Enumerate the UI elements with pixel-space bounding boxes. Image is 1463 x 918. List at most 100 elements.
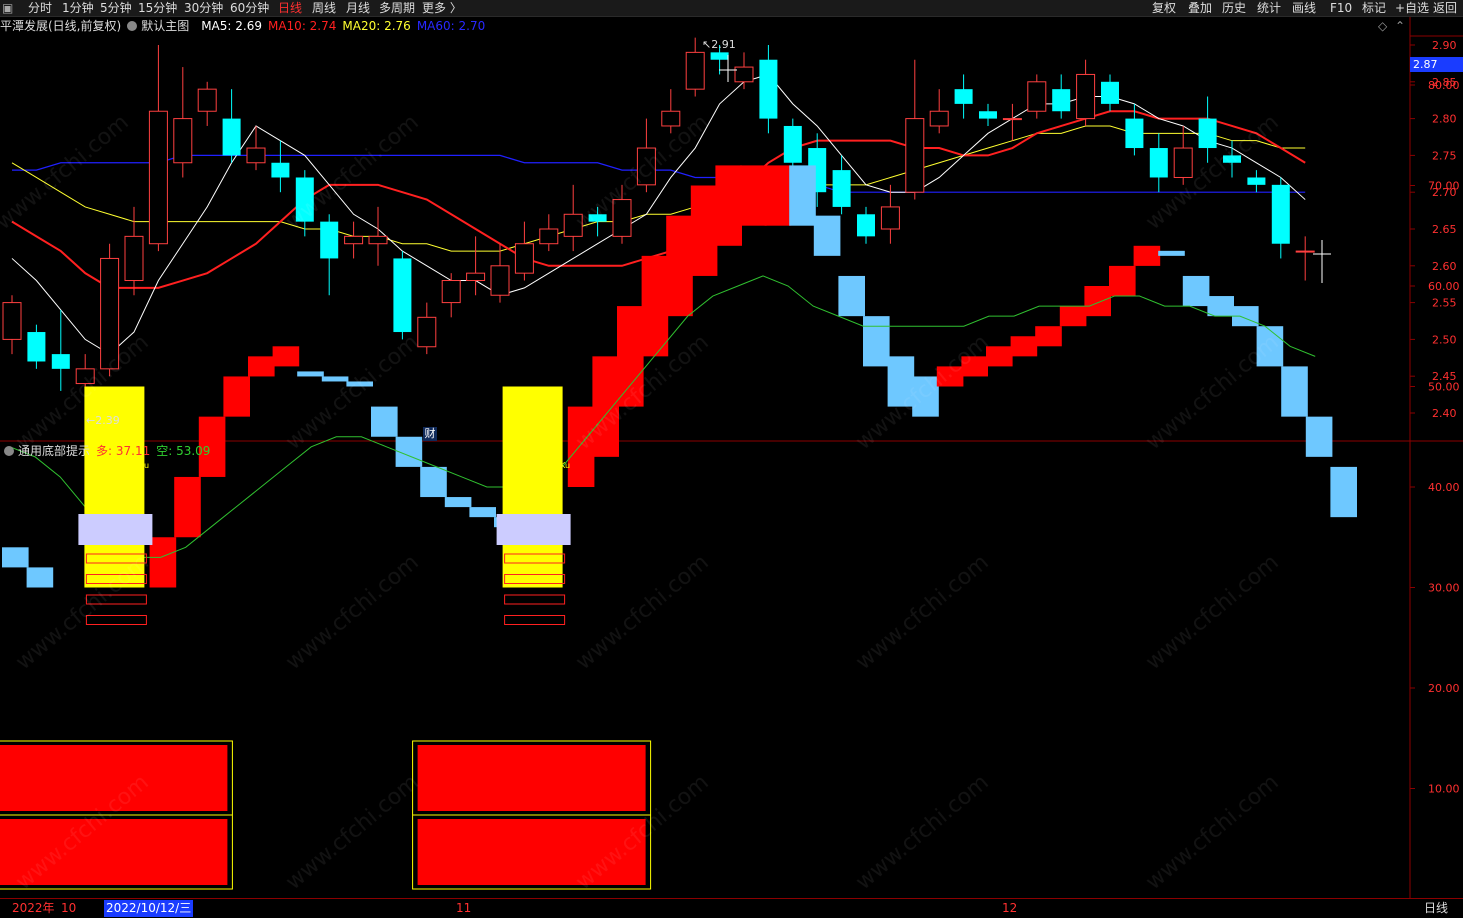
candle-body-up	[636, 147, 656, 186]
kline-chart[interactable]: 2.902.852.802.752.702.652.602.552.502.45…	[0, 0, 1463, 917]
rising-block	[740, 165, 767, 226]
signal-top-block	[496, 514, 571, 545]
indicator-tick-label: 80.00	[1428, 79, 1460, 92]
price-tick-label: 2.55	[1432, 297, 1457, 310]
falling-block	[1207, 296, 1234, 317]
candle-body-down	[1198, 118, 1217, 149]
falling-block	[887, 356, 915, 407]
current-price: 2.87	[1413, 58, 1438, 71]
indicator-tick-label: 30.00	[1428, 582, 1460, 595]
falling-block	[863, 316, 890, 367]
falling-block	[297, 371, 324, 377]
falling-block	[420, 466, 447, 498]
price-tick-label: 2.60	[1432, 260, 1457, 273]
bottom-signal-group	[0, 386, 233, 890]
candle-body-down	[954, 89, 973, 104]
candle-body-down	[1247, 177, 1266, 185]
finance-event-marker[interactable]: 财	[423, 427, 437, 441]
candle-body-up	[100, 257, 120, 370]
candle-body-up	[368, 235, 388, 245]
indicator-tick-label: 40.00	[1428, 481, 1460, 494]
stock-title[interactable]: 平潭发展(日线,前复权)	[0, 19, 121, 33]
template-selector[interactable]: 默认主图	[127, 19, 195, 33]
template-name: 默认主图	[141, 19, 190, 33]
candle-body-down	[320, 221, 339, 259]
falling-block	[1158, 250, 1185, 256]
expand-icon[interactable]: ⌃	[1395, 19, 1405, 33]
indicator-axis: 80.00 70.00 60.00 50.00 40.00 30.00 20.00 10.00	[1410, 79, 1460, 796]
candle-body-down	[1101, 81, 1119, 104]
candle-body-down	[1149, 148, 1168, 178]
candle-body-up	[344, 235, 364, 245]
rising-block	[936, 366, 964, 387]
candle-body-down	[27, 332, 46, 362]
candle-body-up	[1173, 147, 1193, 178]
candlesticks	[2, 37, 1315, 421]
candle-body-down	[271, 162, 290, 178]
rising-block	[617, 306, 644, 407]
chevron-down-icon	[127, 21, 138, 31]
ma60-value: MA60: 2.70	[416, 19, 486, 33]
current-price-tag: 2.87	[1410, 57, 1463, 72]
signal-mark-1: 7Ku	[134, 461, 150, 470]
signal-red-panel-top	[417, 745, 646, 811]
ma5-value: MA5: 2.69	[201, 19, 262, 33]
candle-body-up	[905, 118, 925, 193]
signal-mark-2: 7Ku	[555, 461, 571, 470]
falling-block	[1182, 275, 1210, 307]
candle-body-up	[197, 88, 217, 112]
candle-body-down	[783, 125, 802, 163]
period-label[interactable]: 日线	[1424, 900, 1448, 917]
signal-red-panel-top	[0, 745, 228, 811]
signal-outline-box	[504, 615, 566, 625]
price-tick-label: 2.40	[1432, 407, 1457, 420]
falling-block	[321, 376, 349, 382]
falling-block	[371, 406, 398, 437]
candle-body-up	[612, 199, 632, 237]
indicator-name[interactable]: 通用底部提示	[18, 444, 90, 458]
candle-body-up	[466, 272, 486, 282]
candle-body-up	[148, 110, 168, 245]
falling-block	[1330, 466, 1357, 518]
candle-body-up	[441, 280, 461, 304]
candle-body-down	[979, 111, 997, 119]
main-chart-legend: 平潭发展(日线,前复权) 默认主图 MA5: 2.69 MA10: 2.74 MA20:…	[0, 17, 491, 35]
falling-block	[469, 507, 496, 518]
signal-outline-box	[504, 594, 566, 605]
rising-block	[986, 346, 1013, 367]
long-value: 多: 37.11	[96, 444, 151, 458]
falling-block	[444, 497, 472, 508]
rising-block	[248, 356, 275, 377]
ma60-line	[12, 154, 1306, 193]
rising-block	[272, 346, 300, 367]
candle-body-down	[710, 52, 729, 60]
indicator-tick-label: 20.00	[1428, 682, 1460, 695]
rising-block	[567, 406, 595, 487]
low-value: 2.39	[95, 414, 120, 427]
indicator-tick-label: 70.00	[1428, 180, 1460, 193]
rising-block	[1035, 326, 1062, 347]
candle-body-up	[563, 213, 583, 237]
rising-block	[715, 165, 742, 246]
ma10-value: MA10: 2.74	[267, 19, 337, 33]
bottom-signal-group	[412, 386, 652, 890]
candle-body-down	[588, 214, 607, 222]
candle-body-down	[1223, 155, 1241, 163]
falling-block	[346, 381, 373, 387]
indicator-toggle-icon[interactable]	[4, 446, 14, 456]
candle-body-down	[393, 258, 412, 333]
candle-body-up	[246, 147, 266, 164]
candle-body-down	[1125, 118, 1144, 149]
month-11-label: 11	[456, 901, 472, 915]
price-tick-label: 2.80	[1432, 113, 1457, 126]
rising-block	[592, 356, 619, 457]
rising-block	[764, 165, 792, 226]
indicator-plot	[0, 55, 1357, 890]
candle-body-up	[880, 206, 900, 230]
candle-body-up	[929, 110, 949, 127]
candle-body-up	[124, 235, 144, 282]
diamond-icon[interactable]: ◇	[1378, 19, 1387, 33]
candle-body-up	[1076, 73, 1096, 120]
rising-block	[149, 537, 177, 588]
candle-body-up	[539, 228, 559, 245]
